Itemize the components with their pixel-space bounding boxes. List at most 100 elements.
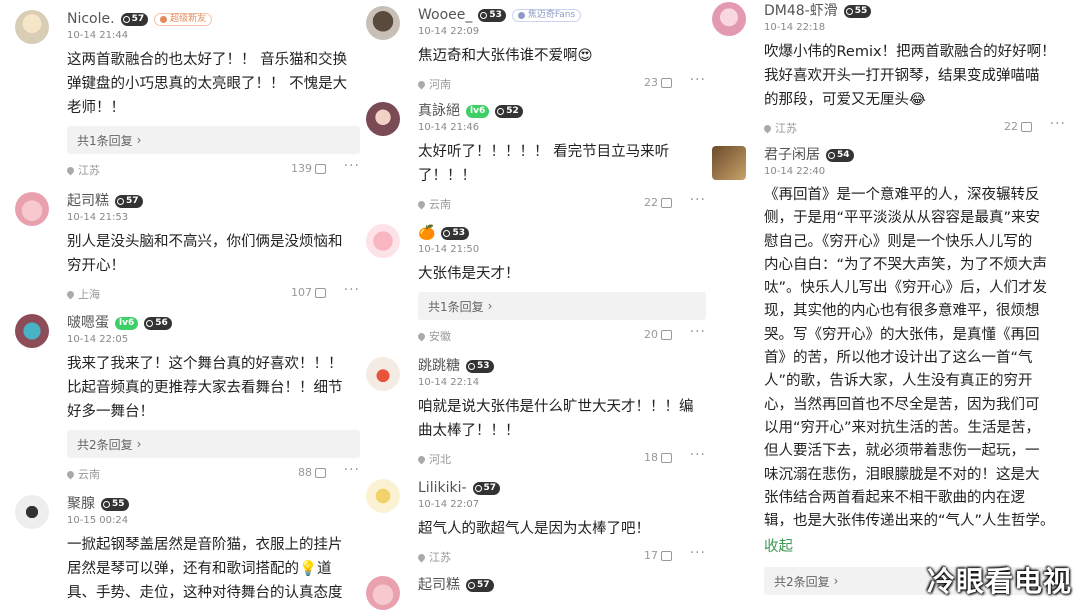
username[interactable]: Wooee_ — [418, 6, 472, 24]
location-pin-icon — [416, 331, 427, 341]
like-button[interactable]: 22 — [1004, 120, 1032, 133]
username[interactable]: Nicole. — [67, 10, 115, 28]
like-button[interactable]: 88 — [298, 466, 326, 479]
level-badge-icon: 55 — [101, 497, 129, 511]
avatar[interactable] — [15, 192, 49, 226]
vip-badge: lv6 — [115, 316, 139, 330]
location-pin-icon — [416, 454, 427, 464]
location-pin-icon — [65, 289, 76, 299]
timestamp: 10-14 22:40 — [764, 166, 826, 177]
thumb-up-icon — [661, 550, 672, 561]
location: 河南 — [416, 76, 451, 92]
username[interactable]: 🍊 — [418, 224, 435, 242]
username[interactable]: 跳跳糖 — [418, 357, 460, 375]
more-options-icon[interactable]: ··· — [690, 447, 706, 463]
location: 江苏 — [762, 120, 797, 136]
thumb-up-icon — [1021, 121, 1032, 132]
avatar[interactable] — [366, 224, 400, 258]
timestamp: 10-14 22:18 — [764, 22, 826, 33]
timestamp: 10-14 22:09 — [418, 26, 480, 37]
more-options-icon[interactable]: ··· — [344, 282, 360, 298]
vip-badge: lv6 — [466, 104, 490, 118]
location-pin-icon — [416, 79, 427, 89]
location: 江苏 — [65, 162, 100, 178]
watermark: 冷眼看电视 — [926, 565, 1072, 598]
comment-text: 太好听了！！！！！ 看完节目立马来听 了！！！ — [418, 144, 670, 184]
username[interactable]: 君子闲居 — [764, 146, 820, 164]
thumb-up-icon — [661, 452, 672, 463]
like-button[interactable]: 18 — [644, 451, 672, 464]
like-button[interactable]: 139 — [291, 162, 326, 175]
location: 江苏 — [416, 549, 451, 565]
like-button[interactable]: 17 — [644, 549, 672, 562]
timestamp: 10-14 21:50 — [418, 244, 480, 255]
thumb-up-icon — [661, 197, 672, 208]
like-button[interactable]: 23 — [644, 76, 672, 89]
like-button[interactable]: 20 — [644, 328, 672, 341]
avatar[interactable] — [15, 10, 49, 44]
level-badge-icon: 57 — [115, 194, 143, 208]
more-options-icon[interactable]: ··· — [690, 324, 706, 340]
comment-text: 大张伟是天才！ — [418, 266, 520, 282]
avatar[interactable] — [15, 495, 49, 529]
username[interactable]: 起司糕 — [418, 576, 460, 594]
more-options-icon[interactable]: ··· — [1050, 116, 1066, 132]
timestamp: 10-14 22:07 — [418, 499, 480, 510]
timestamp: 10-14 21:44 — [67, 30, 129, 41]
more-options-icon[interactable]: ··· — [344, 158, 360, 174]
comment-text: 焦迈奇和大张伟谁不爱啊😍 — [418, 48, 593, 64]
avatar[interactable] — [712, 2, 746, 36]
comment-text: 别人是没头脑和不高兴，你们俩是没烦恼和 穷开心！ — [67, 234, 343, 274]
view-replies-button[interactable]: 共2条回复 › — [67, 430, 360, 458]
avatar[interactable] — [366, 357, 400, 391]
location: 上海 — [65, 286, 100, 302]
location-pin-icon — [416, 552, 427, 562]
username[interactable]: 真詠絕 — [418, 102, 460, 120]
level-badge-icon: 55 — [843, 4, 872, 18]
avatar[interactable] — [366, 576, 400, 610]
avatar[interactable] — [712, 146, 746, 180]
thumb-up-icon — [661, 77, 672, 88]
comment-text: 一掀起钢琴盖居然是音阶猫，衣服上的挂片 居然是琴可以弹，还有和歌词搭配的💡道 具、手… — [67, 537, 343, 601]
location: 河北 — [416, 451, 451, 467]
avatar[interactable] — [366, 479, 400, 513]
comment-text: 吹爆小伟的Remix！把两首歌融合的好好啊！ 我好喜欢开头一打开钢琴，结果变成弹喵… — [764, 44, 1056, 108]
level-badge-icon: 53 — [466, 359, 494, 373]
more-options-icon[interactable]: ··· — [344, 462, 360, 478]
username[interactable]: 聚腺 — [67, 495, 95, 513]
like-button[interactable]: 107 — [291, 286, 326, 299]
comment-text: 我来了我来了！这个舞台真的好喜欢！！！ 比起音频真的更推荐大家去看舞台！！细节 好多… — [67, 356, 343, 420]
location-pin-icon — [762, 123, 773, 133]
thumb-up-icon — [315, 287, 326, 298]
username[interactable]: 起司糕 — [67, 192, 109, 210]
avatar[interactable] — [15, 314, 49, 348]
level-badge-icon: 57 — [472, 481, 501, 495]
location-pin-icon — [416, 199, 427, 209]
avatar[interactable] — [366, 6, 400, 40]
more-options-icon[interactable]: ··· — [690, 72, 706, 88]
level-badge-icon: 52 — [495, 104, 523, 118]
more-options-icon[interactable]: ··· — [690, 192, 706, 208]
comment-text: 《再回首》是一个意难平的人，深夜辗转反 侧，于是用“平平淡淡从从容容是最真”来安慰… — [764, 187, 1055, 530]
username[interactable]: 啵嗯蛋 — [67, 314, 109, 332]
fan-badge: 超级新友 — [154, 12, 213, 26]
avatar[interactable] — [366, 102, 400, 136]
thumb-up-icon — [315, 467, 326, 478]
timestamp: 10-14 22:14 — [418, 377, 480, 388]
location-pin-icon — [65, 165, 76, 175]
thumb-up-icon — [661, 329, 672, 340]
comment-text: 这两首歌融合的也太好了！！ 音乐猫和交换 弹键盘的小巧思真的太亮眼了！！ 不愧是大… — [67, 52, 348, 116]
like-button[interactable]: 22 — [644, 196, 672, 209]
username[interactable]: Lilikiki- — [418, 479, 467, 497]
timestamp: 10-14 22:05 — [67, 334, 129, 345]
username[interactable]: DM48-虾滑 — [764, 2, 838, 20]
collapse-link[interactable]: 收起 — [764, 535, 1066, 559]
timestamp: 10-14 21:53 — [67, 212, 129, 223]
view-replies-button[interactable]: 共1条回复 › — [67, 126, 360, 154]
more-options-icon[interactable]: ··· — [690, 545, 706, 561]
location: 安徽 — [416, 328, 451, 344]
thumb-up-icon — [315, 163, 326, 174]
level-badge-icon: 56 — [144, 316, 172, 330]
view-replies-button[interactable]: 共1条回复 › — [418, 292, 706, 320]
timestamp: 10-14 21:46 — [418, 122, 480, 133]
